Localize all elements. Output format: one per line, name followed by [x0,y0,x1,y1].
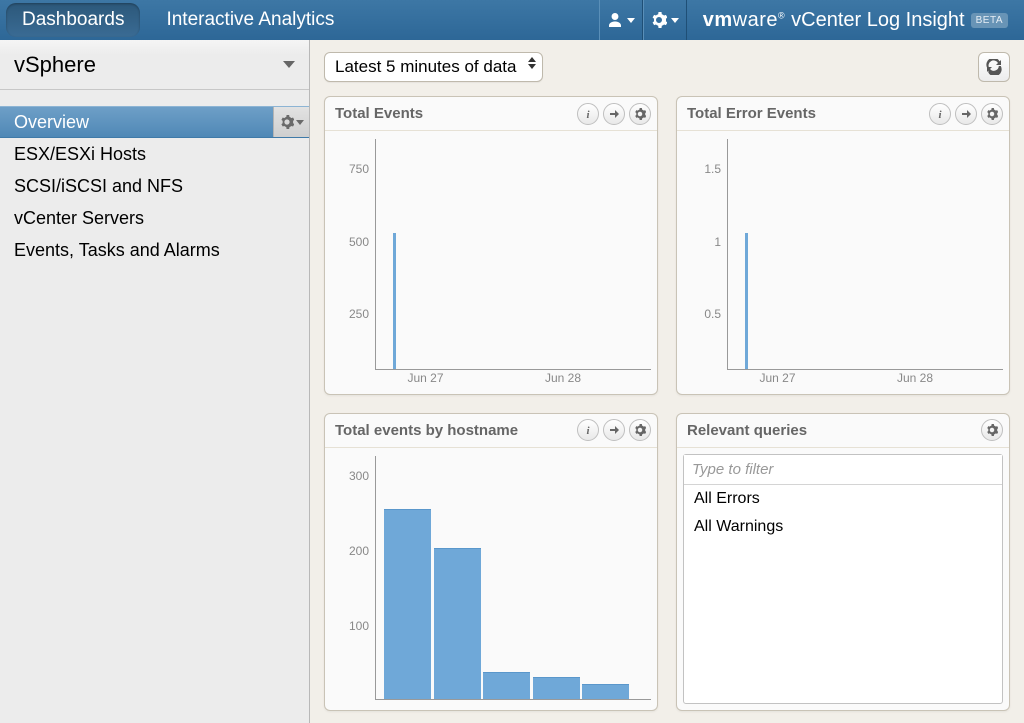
sidebar-item-scsi-nfs[interactable]: SCSI/iSCSI and NFS [0,170,309,202]
info-icon: i [934,108,946,120]
widget-settings-button[interactable] [981,419,1003,441]
gear-icon [651,12,667,28]
chevron-down-icon [296,120,304,125]
y-tick: 100 [349,619,369,633]
sidebar-item-esx-hosts[interactable]: ESX/ESXi Hosts [0,138,309,170]
nav-tab-interactive-analytics[interactable]: Interactive Analytics [150,3,350,37]
sidebar-item-overview[interactable]: Overview [0,106,309,138]
widget-events-by-hostname: Total events by hostname i 300 200 100 [324,413,658,712]
svg-text:i: i [586,109,590,120]
widget-title: Relevant queries [687,422,977,439]
sidebar-item-events-tasks-alarms[interactable]: Events, Tasks and Alarms [0,234,309,266]
chart-events-by-hostname: 300 200 100 [331,456,651,707]
settings-menu[interactable] [643,0,687,40]
chart-total-events: 750 500 250 Jun 27 Jun 28 [331,139,651,390]
query-item[interactable]: All Warnings [684,513,1002,541]
y-tick: 300 [349,469,369,483]
refresh-icon [986,59,1002,75]
chart-total-error-events: 1.5 1 0.5 Jun 27 Jun 28 [683,139,1003,390]
query-item[interactable]: All Errors [684,485,1002,513]
gear-icon [634,108,646,120]
chevron-down-icon [671,18,679,23]
x-tick: Jun 28 [545,371,581,385]
widget-goto-button[interactable] [603,419,625,441]
widget-settings-button[interactable] [629,103,651,125]
sidebar-item-label: vCenter Servers [14,208,144,229]
brand-logo: vmware® [703,9,785,32]
widget-title: Total Events [335,105,573,122]
widget-goto-button[interactable] [955,103,977,125]
arrow-right-icon [608,424,620,436]
info-icon: i [582,108,594,120]
queries-filter-input[interactable] [684,455,1002,485]
widget-info-button[interactable]: i [577,419,599,441]
widget-title: Total Error Events [687,105,925,122]
info-icon: i [582,424,594,436]
user-menu[interactable] [599,0,643,40]
y-tick: 750 [349,162,369,176]
product-title: vmware® vCenter Log Insight BETA [687,9,1018,32]
bar [533,677,580,699]
sidebar-section-title: vSphere [14,52,96,78]
y-tick: 250 [349,307,369,321]
bar [582,684,629,699]
sidebar: vSphere Overview ESX/ESXi Hosts SCSI/iSC… [0,40,310,723]
sidebar-item-vcenter-servers[interactable]: vCenter Servers [0,202,309,234]
y-tick: 500 [349,235,369,249]
y-tick: 200 [349,544,369,558]
gear-icon [280,115,294,129]
widget-title: Total events by hostname [335,422,573,439]
widget-settings-button[interactable] [629,419,651,441]
widget-settings-button[interactable] [981,103,1003,125]
arrow-right-icon [960,108,972,120]
sidebar-item-gear[interactable] [273,107,309,137]
y-tick: 0.5 [704,307,721,321]
x-tick: Jun 28 [897,371,933,385]
toolbar: Latest 5 minutes of data [324,52,1010,82]
queries-list: All Errors All Warnings [683,454,1003,705]
user-icon [607,12,623,28]
sidebar-item-label: ESX/ESXi Hosts [14,144,146,165]
widget-total-events: Total Events i 750 500 250 [324,96,658,395]
chevron-down-icon [627,18,635,23]
widget-total-error-events: Total Error Events i 1.5 1 0.5 [676,96,1010,395]
product-name: vCenter Log Insight [791,9,964,32]
beta-badge: BETA [971,13,1008,28]
sidebar-item-label: Events, Tasks and Alarms [14,240,220,261]
svg-text:i: i [938,109,942,120]
gear-icon [986,424,998,436]
y-tick: 1 [714,235,721,249]
gear-icon [634,424,646,436]
y-tick: 1.5 [704,162,721,176]
gear-icon [986,108,998,120]
time-range-select[interactable]: Latest 5 minutes of data [324,52,543,82]
widget-goto-button[interactable] [603,103,625,125]
stepper-icon [528,57,536,69]
chevron-down-icon [283,61,295,68]
sidebar-item-label: Overview [14,112,89,133]
sidebar-item-label: SCSI/iSCSI and NFS [14,176,183,197]
top-bar: Dashboards Interactive Analytics vmware®… [0,0,1024,40]
sidebar-section-header[interactable]: vSphere [0,40,309,90]
x-tick: Jun 27 [407,371,443,385]
bar [483,672,530,699]
nav-tab-dashboards[interactable]: Dashboards [6,3,140,37]
refresh-button[interactable] [978,52,1010,82]
arrow-right-icon [608,108,620,120]
svg-text:i: i [586,425,590,436]
main-area: Latest 5 minutes of data Total Events i [310,40,1024,723]
bar [434,548,481,699]
bar [384,509,431,699]
x-tick: Jun 27 [759,371,795,385]
time-range-label: Latest 5 minutes of data [335,57,516,77]
widget-info-button[interactable]: i [929,103,951,125]
widget-relevant-queries: Relevant queries All Errors All Warnings [676,413,1010,712]
widget-info-button[interactable]: i [577,103,599,125]
